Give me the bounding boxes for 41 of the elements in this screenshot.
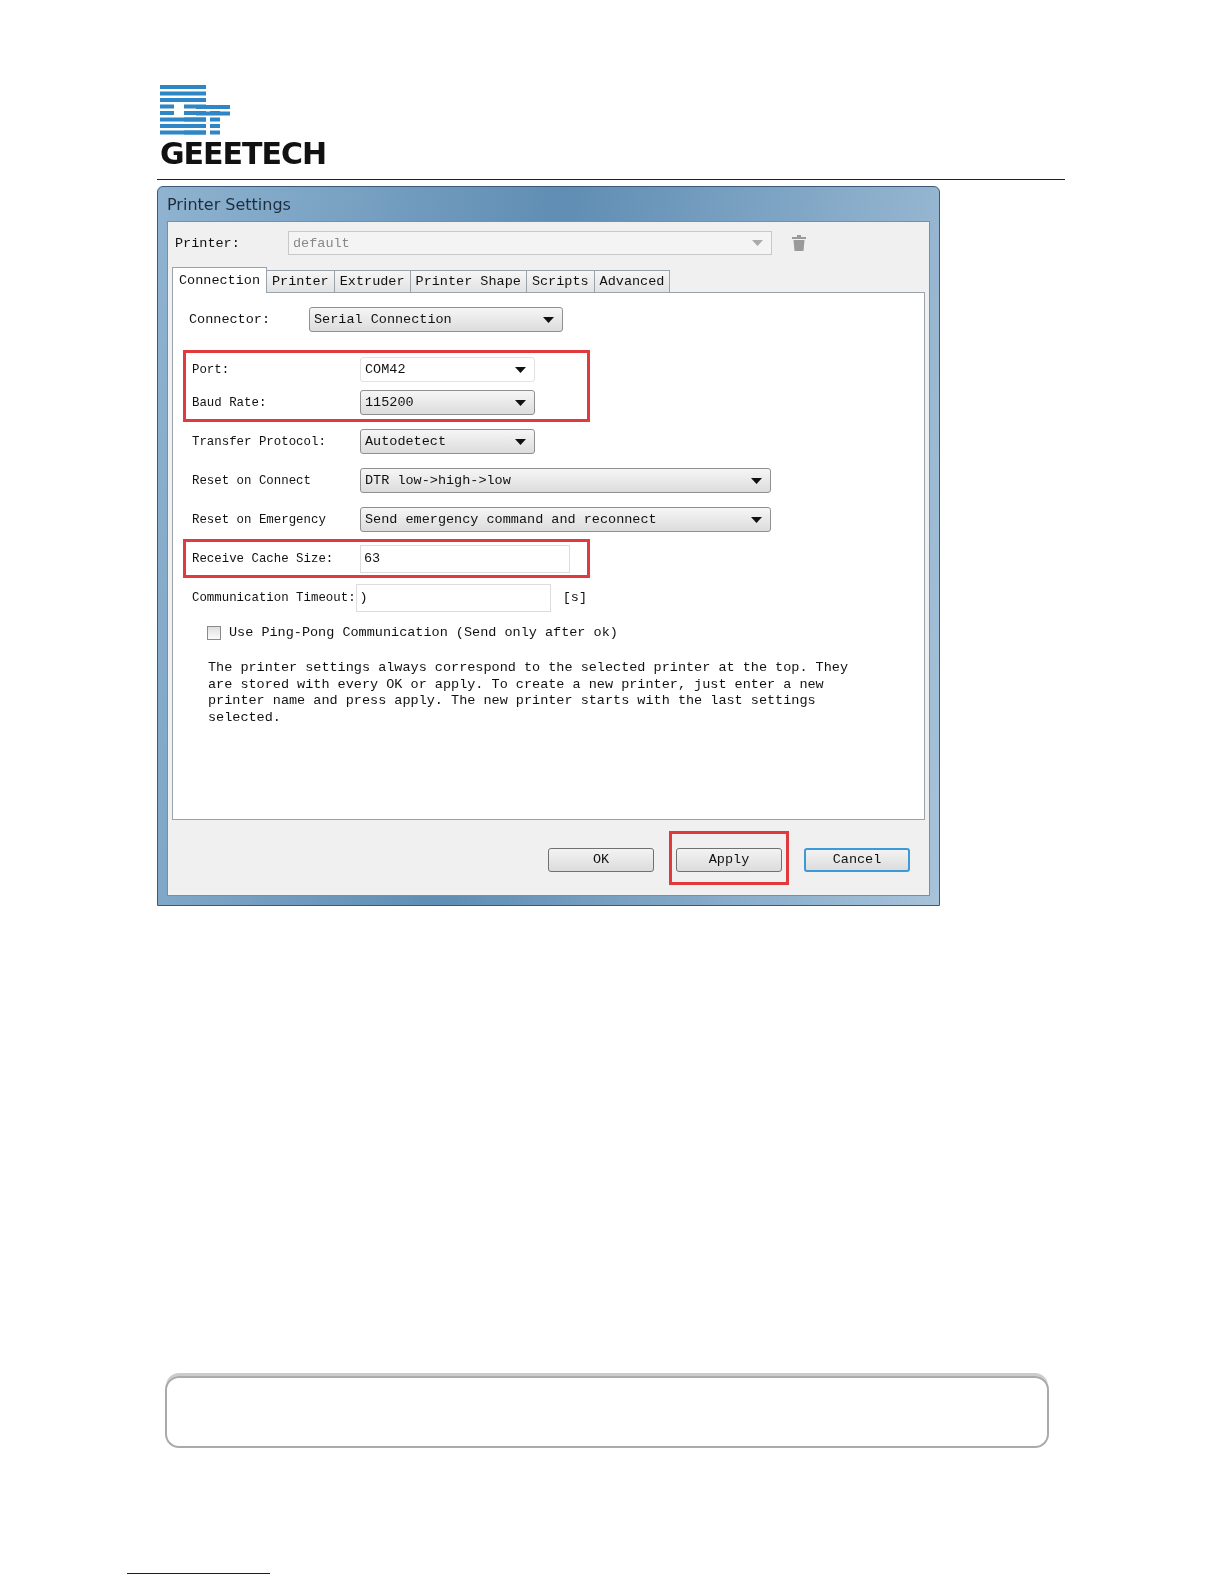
- caret-icon: [515, 438, 526, 445]
- dropdown[interactable]: 115200: [360, 390, 535, 415]
- tab[interactable]: Scripts: [525, 270, 595, 292]
- dialog-button[interactable]: Apply: [676, 847, 782, 872]
- logo-icon: [160, 85, 232, 137]
- tab[interactable]: Printer Shape: [409, 270, 527, 292]
- caret-icon: [751, 516, 762, 523]
- field-label: Port:: [192, 362, 231, 377]
- caret-icon: [752, 240, 763, 246]
- window-title: Printer Settings: [167, 194, 291, 214]
- logo-text: GEEETECH: [160, 139, 327, 169]
- field-label: Communication Timeout:: [192, 590, 356, 605]
- input-field[interactable]: ): [355, 583, 551, 612]
- field-label: Transfer Protocol:: [192, 434, 327, 449]
- tab[interactable]: Printer: [266, 270, 335, 292]
- field-label: Receive Cache Size:: [192, 551, 335, 566]
- printer-label: Printer:: [174, 235, 241, 251]
- dropdown[interactable]: Serial Connection: [309, 307, 563, 332]
- info-text: The printer settings always correspond to the selected printer at the top. They are stored with every OK or apply. To create a new printer, just enter a new printer name and press apply. The new printer starts with the last settings selected.: [208, 660, 849, 726]
- input-field[interactable]: 63: [360, 544, 570, 573]
- dropdown[interactable]: Send emergency command and reconnect: [360, 507, 771, 532]
- field-label: Reset on Connect: [192, 473, 312, 488]
- checkbox-label: Use Ping-Pong Communication (Send only after ok): [229, 625, 618, 640]
- dialog-button[interactable]: OK: [548, 847, 654, 872]
- trash-icon[interactable]: [792, 235, 806, 251]
- caret-icon: [751, 477, 762, 484]
- caret-icon: [515, 366, 526, 373]
- tab[interactable]: Extruder: [333, 270, 411, 292]
- checkbox[interactable]: [207, 625, 221, 640]
- caret-icon: [515, 399, 526, 406]
- tab[interactable]: Connection: [172, 267, 267, 293]
- caret-icon: [543, 316, 554, 323]
- field-label: Reset on Emergency: [192, 512, 327, 527]
- unit-label: [s]: [562, 590, 587, 605]
- dropdown[interactable]: DTR low->high->low: [360, 468, 771, 493]
- field-label: Connector:: [189, 312, 271, 327]
- field-label: Baud Rate:: [192, 395, 268, 410]
- dropdown[interactable]: COM42: [360, 357, 535, 382]
- dialog-button[interactable]: Cancel: [804, 847, 910, 872]
- dropdown[interactable]: Autodetect: [360, 429, 535, 454]
- tab[interactable]: Advanced: [593, 270, 671, 292]
